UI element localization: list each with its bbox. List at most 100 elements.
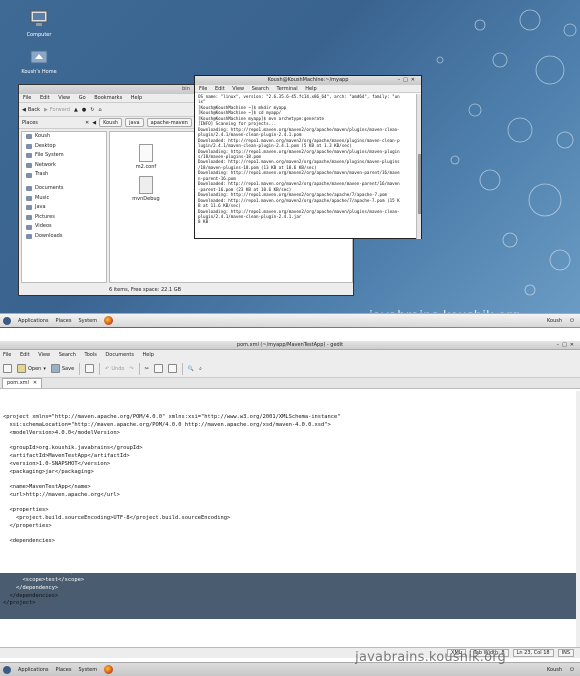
- places-dropdown[interactable]: Places: [22, 120, 82, 126]
- menu-help[interactable]: Help: [131, 95, 142, 101]
- reload-icon[interactable]: ↻: [90, 107, 94, 113]
- replace-icon[interactable]: ⌕: [199, 366, 202, 372]
- search-icon[interactable]: 🔍: [188, 366, 194, 372]
- chevron-down-icon[interactable]: ▾: [43, 366, 46, 372]
- save-icon: [50, 364, 60, 373]
- copy-icon[interactable]: [153, 364, 163, 373]
- terminal-output[interactable]: OS name: "linux", version: "2.6.35.6-45.…: [195, 93, 421, 238]
- scrollbar[interactable]: [416, 94, 421, 239]
- menu-view[interactable]: View: [38, 352, 50, 358]
- stop-icon[interactable]: ●: [82, 107, 86, 113]
- paste-icon[interactable]: [167, 364, 177, 373]
- gedit-titlebar: pom.xml (~/myapp/MavenTestApp) - gedit –…: [0, 341, 580, 350]
- menu-tools[interactable]: Tools: [85, 352, 97, 358]
- maximize-icon[interactable]: □: [562, 342, 570, 348]
- crumb-koush[interactable]: Koush: [99, 118, 123, 127]
- firefox-icon[interactable]: [104, 316, 114, 325]
- home-icon[interactable]: ⌂: [98, 107, 101, 113]
- menu-search[interactable]: Search: [252, 86, 269, 92]
- print-icon[interactable]: [85, 364, 95, 373]
- text-editor[interactable]: <project xmlns="http://maven.apache.org/…: [0, 391, 580, 647]
- panel-applications[interactable]: Applications: [18, 318, 49, 324]
- home-desktop-icon[interactable]: Koush's Home: [14, 47, 64, 75]
- sidebar-item-pictures[interactable]: Pictures: [22, 213, 106, 223]
- sidebar-item-desktop[interactable]: Desktop: [22, 142, 106, 152]
- open-button[interactable]: Open ▾: [17, 364, 46, 373]
- close-icon[interactable]: ✕: [570, 342, 577, 348]
- editor-line: <scope>test</scope>: [3, 577, 85, 583]
- insert-mode: INS: [557, 649, 574, 657]
- sidebar-item-videos[interactable]: Videos: [22, 222, 106, 232]
- folder-icon: [26, 224, 32, 230]
- panel-user[interactable]: Koush: [547, 318, 562, 324]
- close-icon[interactable]: ✕: [411, 77, 418, 83]
- file-item[interactable]: m2.conf: [126, 144, 166, 170]
- menu-bookmarks[interactable]: Bookmarks: [94, 95, 122, 101]
- sidebar-item-network[interactable]: Network: [22, 161, 106, 171]
- panel-applications[interactable]: Applications: [18, 667, 49, 673]
- gnome-foot-icon[interactable]: [3, 316, 11, 325]
- panel-places[interactable]: Places: [56, 667, 72, 673]
- power-icon[interactable]: ⏻: [570, 318, 574, 324]
- back-button[interactable]: ◀ Back: [22, 107, 40, 113]
- tab-pom-xml[interactable]: pom.xml ✕: [2, 378, 43, 388]
- menu-file[interactable]: File: [3, 352, 11, 358]
- window-controls: –□✕: [557, 341, 577, 350]
- desktop-icon-label: Koush's Home: [21, 69, 57, 75]
- crumb-left-icon[interactable]: ◀: [92, 120, 96, 126]
- terminal-line: Downloaded: http://repo1.maven.org/maven…: [198, 181, 400, 187]
- firefox-icon[interactable]: [104, 665, 114, 674]
- back-arrow-icon: ◀: [22, 106, 26, 113]
- menu-edit[interactable]: Edit: [40, 95, 50, 101]
- new-document-icon[interactable]: [3, 364, 12, 373]
- sidebar-item-trash[interactable]: Trash: [22, 170, 106, 180]
- scroll-thumb[interactable]: [418, 154, 421, 214]
- trash-icon: [26, 172, 32, 178]
- redo-icon[interactable]: ↷: [129, 366, 133, 372]
- computer-desktop-icon[interactable]: Computer: [14, 10, 64, 38]
- cut-icon[interactable]: ✂: [145, 366, 149, 372]
- power-icon[interactable]: ⏻: [570, 667, 574, 673]
- menu-help[interactable]: Help: [143, 352, 154, 358]
- menu-terminal[interactable]: Terminal: [277, 86, 298, 92]
- file-item[interactable]: mvnDebug: [126, 176, 166, 202]
- sidebar-item-filesystem[interactable]: File System: [22, 151, 106, 161]
- menu-file[interactable]: File: [23, 95, 31, 101]
- menu-help[interactable]: Help: [305, 86, 316, 92]
- menu-edit[interactable]: Edit: [215, 86, 225, 92]
- menu-bar: File Edit View Search Tools Documents He…: [0, 350, 580, 360]
- close-sidebar-icon[interactable]: ✕: [85, 120, 89, 126]
- undo-button[interactable]: ↶ Undo: [105, 366, 124, 372]
- menu-edit[interactable]: Edit: [20, 352, 30, 358]
- sidebar-item-documents[interactable]: Documents: [22, 184, 106, 194]
- panel-system[interactable]: System: [78, 667, 97, 673]
- panel-places[interactable]: Places: [56, 318, 72, 324]
- up-icon[interactable]: ▲: [74, 107, 78, 113]
- maximize-icon[interactable]: □: [403, 77, 411, 83]
- save-label: Save: [61, 365, 75, 372]
- crumb-java[interactable]: java: [125, 118, 144, 127]
- folder-icon: [26, 234, 32, 240]
- menu-file[interactable]: File: [199, 86, 207, 92]
- sidebar-item-music[interactable]: Music: [22, 194, 106, 204]
- forward-button[interactable]: ▶ Forward: [44, 107, 70, 113]
- gnome-foot-icon[interactable]: [3, 665, 11, 674]
- panel-user[interactable]: Koush: [547, 667, 562, 673]
- editor-line: <artifactId>MavenTestApp</artifactId>: [3, 453, 130, 459]
- scrollbar[interactable]: [576, 391, 580, 647]
- sidebar-item-downloads[interactable]: Downloads: [22, 232, 106, 242]
- menu-view[interactable]: View: [232, 86, 244, 92]
- menu-documents[interactable]: Documents: [105, 352, 134, 358]
- menu-search[interactable]: Search: [59, 352, 76, 358]
- panel-system[interactable]: System: [78, 318, 97, 324]
- save-button[interactable]: Save: [50, 364, 75, 373]
- menu-view[interactable]: View: [58, 95, 70, 101]
- sidebar-item-koush[interactable]: Koush: [22, 132, 106, 142]
- drive-icon: [26, 153, 32, 159]
- close-tab-icon[interactable]: ✕: [33, 379, 37, 388]
- menu-go[interactable]: Go: [79, 95, 86, 101]
- crumb-apache-maven[interactable]: apache-maven: [146, 118, 192, 127]
- sidebar-item-java[interactable]: Java: [22, 203, 106, 213]
- cursor-position: Ln 23, Col 18: [512, 649, 554, 657]
